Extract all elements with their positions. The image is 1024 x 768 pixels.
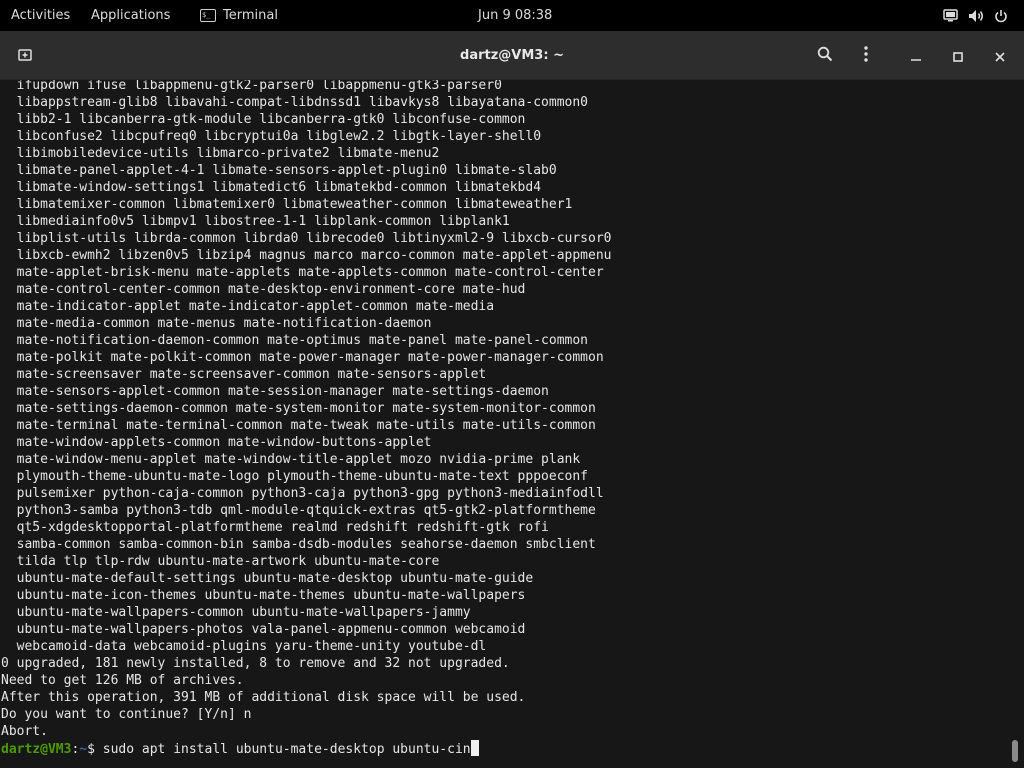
search-button[interactable]: [812, 43, 838, 69]
window-titlebar[interactable]: dartz@VM3: ~: [0, 31, 1024, 80]
power-icon[interactable]: [994, 9, 1008, 23]
prompt-symbol: $: [87, 742, 103, 757]
active-app-label: Terminal: [223, 8, 278, 23]
terminal-line: Do you want to continue? [Y/n] n: [1, 707, 252, 722]
terminal-line: ubuntu-mate-wallpapers-common ubuntu-mat…: [1, 605, 471, 620]
menu-icon: [864, 46, 868, 66]
clock[interactable]: Jun 9 08:38: [478, 0, 552, 31]
close-button[interactable]: [987, 43, 1013, 69]
terminal-icon: $_: [200, 9, 216, 22]
terminal-line: mate-window-menu-applet mate-window-titl…: [1, 452, 581, 467]
terminal-line: libappstream-glib8 libavahi-compat-libdn…: [1, 95, 588, 110]
terminal-line: 0 upgraded, 181 newly installed, 8 to re…: [1, 656, 510, 671]
top-bar: Activities Applications $_ Terminal Jun …: [0, 0, 1024, 31]
terminal-line: libb2-1 libcanberra-gtk-module libcanber…: [1, 112, 526, 127]
menu-button[interactable]: [853, 43, 879, 69]
terminal-line: After this operation, 391 MB of addition…: [1, 690, 526, 705]
terminal-line: mate-sensors-applet-common mate-session-…: [1, 384, 549, 399]
terminal-line: python3-samba python3-tdb qml-module-qtq…: [1, 503, 596, 518]
terminal-line: libimobiledevice-utils libmarco-private2…: [1, 146, 440, 161]
terminal-output: ifupdown ifuse libappmenu-gtk2-parser0 l…: [1, 80, 611, 757]
command-input[interactable]: sudo apt install ubuntu-mate-desktop ubu…: [103, 742, 471, 757]
terminal-line: mate-indicator-applet mate-indicator-app…: [1, 299, 495, 314]
applications-menu[interactable]: Applications: [91, 0, 170, 31]
terminal-line: mate-settings-daemon-common mate-system-…: [1, 401, 596, 416]
terminal-line: ubuntu-mate-default-settings ubuntu-mate…: [1, 571, 534, 586]
maximize-icon: [953, 47, 963, 66]
activities-button[interactable]: Activities: [11, 0, 70, 31]
close-icon: [995, 47, 1005, 66]
volume-icon[interactable]: [968, 9, 984, 23]
terminal-line: mate-polkit mate-polkit-common mate-powe…: [1, 350, 604, 365]
active-app-menu[interactable]: $_ Terminal: [200, 0, 278, 31]
text-cursor: [470, 740, 479, 756]
minimize-button[interactable]: [903, 43, 929, 69]
display-icon[interactable]: [943, 9, 958, 22]
maximize-button[interactable]: [945, 43, 971, 69]
terminal-line: ifupdown ifuse libappmenu-gtk2-parser0 l…: [1, 80, 502, 93]
terminal-line: libmediainfo0v5 libmpv1 libostree-1-1 li…: [1, 214, 510, 229]
terminal-line: ubuntu-mate-wallpapers-photos vala-panel…: [1, 622, 526, 637]
terminal-line: mate-terminal mate-terminal-common mate-…: [1, 418, 596, 433]
minimize-icon: [911, 47, 921, 66]
terminal-line: Abort.: [1, 724, 48, 739]
prompt-path: ~: [79, 742, 88, 757]
terminal-line: mate-media-common mate-menus mate-notifi…: [1, 316, 432, 331]
terminal-line: Need to get 126 MB of archives.: [1, 673, 244, 688]
terminal-line: mate-window-applets-common mate-window-b…: [1, 435, 432, 450]
system-tray[interactable]: [943, 0, 1008, 31]
terminal-line: mate-applet-brisk-menu mate-applets mate…: [1, 265, 604, 280]
terminal-line: libmate-window-settings1 libmatedict6 li…: [1, 180, 542, 195]
search-icon: [817, 46, 833, 66]
terminal-line: libconfuse2 libcpufreq0 libcryptui0a lib…: [1, 129, 542, 144]
terminal-line: mate-screensaver mate-screensaver-common…: [1, 367, 487, 382]
terminal-line: webcamoid-data webcamoid-plugins yaru-th…: [1, 639, 487, 654]
terminal-line: libmatemixer-common libmatemixer0 libmat…: [1, 197, 573, 212]
terminal-viewport[interactable]: ifupdown ifuse libappmenu-gtk2-parser0 l…: [0, 80, 1024, 768]
terminal-line: libxcb-ewmh2 libzen0v5 libzip4 magnus ma…: [1, 248, 612, 263]
prompt-user: dartz@VM3: [1, 742, 72, 757]
terminal-line: ubuntu-mate-icon-themes ubuntu-mate-them…: [1, 588, 526, 603]
prompt-line[interactable]: dartz@VM3:~$ sudo apt install ubuntu-mat…: [1, 740, 611, 757]
terminal-line: mate-notification-daemon-common mate-opt…: [1, 333, 588, 348]
terminal-line: samba-common samba-common-bin samba-dsdb…: [1, 537, 596, 552]
terminal-line: libplist-utils librda-common librda0 lib…: [1, 231, 612, 246]
terminal-line: plymouth-theme-ubuntu-mate-logo plymouth…: [1, 469, 588, 484]
terminal-line: qt5-xdgdesktopportal-platformtheme realm…: [1, 520, 549, 535]
terminal-line: mate-control-center-common mate-desktop-…: [1, 282, 526, 297]
terminal-line: libmate-panel-applet-4-1 libmate-sensors…: [1, 163, 557, 178]
terminal-line: pulsemixer python-caja-common python3-ca…: [1, 486, 604, 501]
scrollbar[interactable]: [1012, 740, 1018, 762]
terminal-line: tilda tlp tlp-rdw ubuntu-mate-artwork ub…: [1, 554, 440, 569]
